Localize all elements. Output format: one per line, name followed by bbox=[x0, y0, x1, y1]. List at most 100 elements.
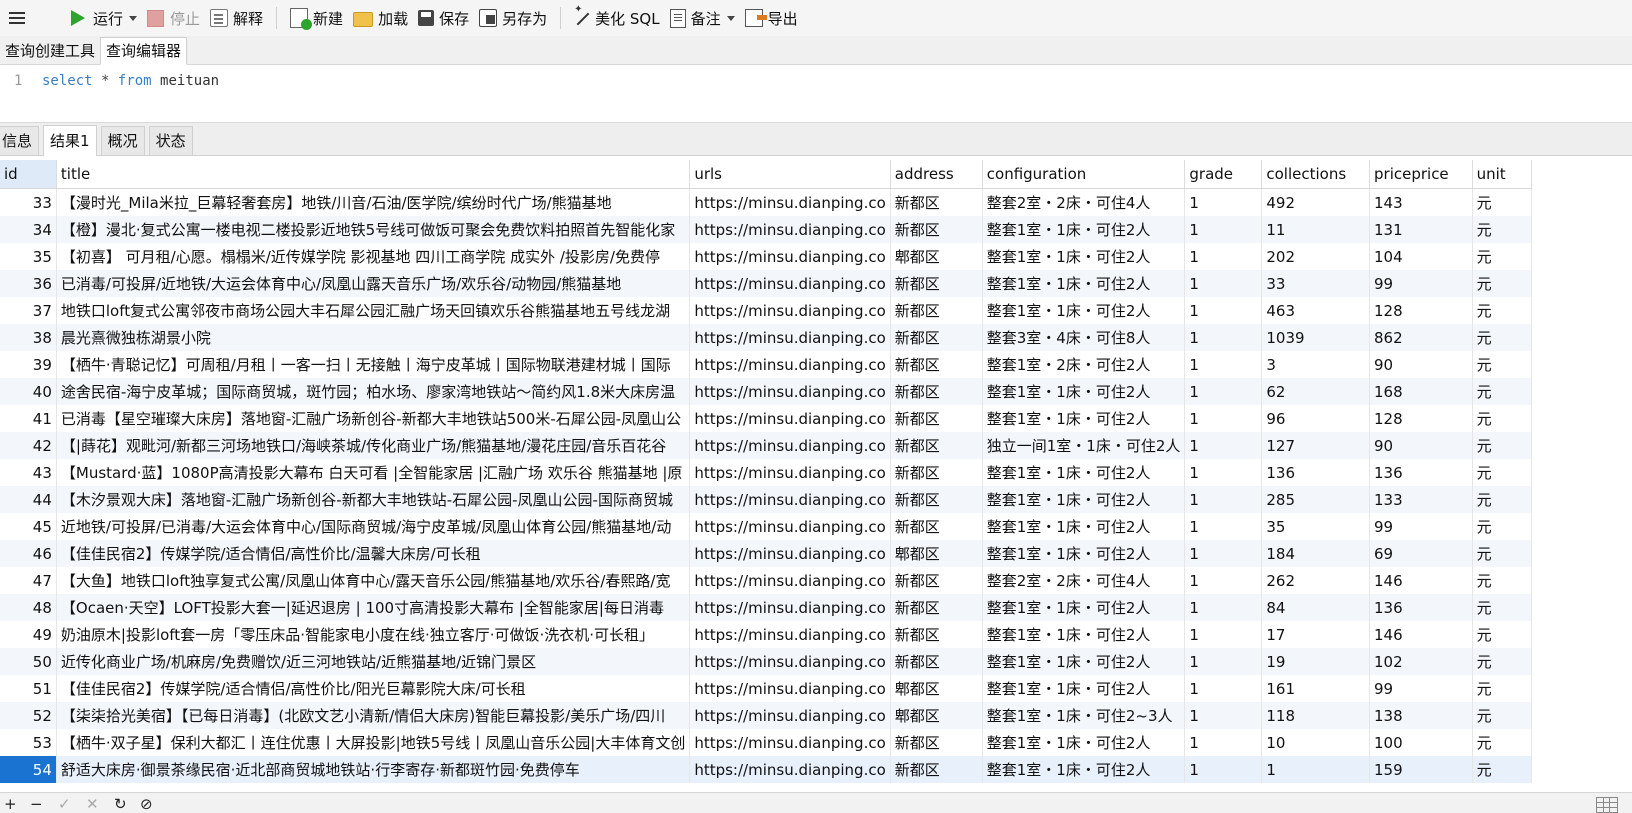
table-row[interactable]: 48 【Ocaen·天空】LOFT投影大套一|延迟退房 | 100寸高清投影大幕布… bbox=[0, 594, 1533, 621]
cell-address[interactable]: 新都区 bbox=[890, 405, 983, 432]
cell-grade[interactable]: 1 bbox=[1184, 405, 1263, 432]
column-header-grade[interactable]: grade bbox=[1184, 160, 1263, 189]
table-row[interactable]: 54 舒适大床房·御景茶缘民宿·近北部商贸城地铁站·行李寄存·新都斑竹园·免费停车… bbox=[0, 756, 1533, 783]
cell-urls[interactable]: https://minsu.dianping.co bbox=[689, 621, 891, 648]
cell-configuration[interactable]: 整套3室・4床・可住8人 bbox=[982, 324, 1186, 351]
cell-address[interactable]: 新都区 bbox=[890, 297, 983, 324]
cell-priceprice[interactable]: 104 bbox=[1369, 243, 1473, 270]
cell-address[interactable]: 新都区 bbox=[890, 756, 983, 783]
table-row[interactable]: 45 近地铁/可投屏/已消毒/大运会体育中心/国际商贸城/海宁皮革城/凤凰山体育公… bbox=[0, 513, 1533, 540]
cell-unit[interactable]: 元 bbox=[1472, 702, 1533, 729]
cell-unit[interactable]: 元 bbox=[1472, 486, 1533, 513]
cell-priceprice[interactable]: 136 bbox=[1369, 594, 1473, 621]
cell-urls[interactable]: https://minsu.dianping.co bbox=[689, 216, 891, 243]
cell-configuration[interactable]: 整套1室・1床・可住2人 bbox=[982, 513, 1186, 540]
cell-title[interactable]: 晨光熹微独栋湖景小院 bbox=[56, 324, 691, 351]
cell-id[interactable]: 35 bbox=[0, 243, 57, 270]
note-button[interactable]: 备注 bbox=[665, 4, 740, 32]
cell-unit[interactable]: 元 bbox=[1472, 188, 1533, 216]
cell-configuration[interactable]: 整套1室・1床・可住2人 bbox=[982, 405, 1186, 432]
cell-grade[interactable]: 1 bbox=[1184, 297, 1263, 324]
cell-title[interactable]: 途舍民宿-海宁皮革城；国际商贸城，斑竹园；柏水场、廖家湾地铁站～简约风1.8米大… bbox=[56, 378, 691, 405]
table-row[interactable]: 33 【漫时光_Mila米拉_巨幕轻奢套房】地铁/川音/石油/医学院/缤纷时代广场… bbox=[0, 188, 1533, 216]
cell-id[interactable]: 44 bbox=[0, 486, 57, 513]
cell-collections[interactable]: 1 bbox=[1261, 756, 1370, 783]
cell-configuration[interactable]: 整套1室・1床・可住2人 bbox=[982, 378, 1186, 405]
cell-collections[interactable]: 10 bbox=[1261, 729, 1370, 756]
cell-title[interactable]: 【Ocaen·天空】LOFT投影大套一|延迟退房 | 100寸高清投影大幕布 |… bbox=[56, 594, 691, 621]
cell-address[interactable]: 郫都区 bbox=[890, 702, 983, 729]
cell-urls[interactable]: https://minsu.dianping.co bbox=[689, 459, 891, 486]
cell-priceprice[interactable]: 133 bbox=[1369, 486, 1473, 513]
cell-address[interactable]: 郫都区 bbox=[890, 540, 983, 567]
cell-configuration[interactable]: 整套1室・1床・可住2人 bbox=[982, 216, 1186, 243]
table-row[interactable]: 37 地铁口loft复式公寓邻夜市商场公园大丰石犀公园汇融广场天回镇欢乐谷熊猫基地… bbox=[0, 297, 1533, 324]
table-row[interactable]: 43 【Mustard·蓝】1080P高清投影大幕布 白天可看 |全智能家居 |汇… bbox=[0, 459, 1533, 486]
cell-title[interactable]: 近地铁/可投屏/已消毒/大运会体育中心/国际商贸城/海宁皮革城/凤凰山体育公园/… bbox=[56, 513, 691, 540]
run-button[interactable]: 运行 bbox=[62, 4, 142, 32]
save-button[interactable]: 保存 bbox=[413, 4, 474, 32]
cell-id[interactable]: 40 bbox=[0, 378, 57, 405]
cell-title[interactable]: 【木汐景观大床】落地窗-汇融广场新创谷-新都大丰地铁站-石犀公园-凤凰山公园-国… bbox=[56, 486, 691, 513]
cell-priceprice[interactable]: 99 bbox=[1369, 675, 1473, 702]
save-as-button[interactable]: 另存为 bbox=[474, 4, 552, 32]
cell-urls[interactable]: https://minsu.dianping.co bbox=[689, 675, 891, 702]
cell-address[interactable]: 郫都区 bbox=[890, 675, 983, 702]
cell-priceprice[interactable]: 90 bbox=[1369, 351, 1473, 378]
cell-priceprice[interactable]: 159 bbox=[1369, 756, 1473, 783]
cell-collections[interactable]: 136 bbox=[1261, 459, 1370, 486]
column-header-unit[interactable]: unit bbox=[1472, 160, 1533, 189]
table-row[interactable]: 50 近传化商业广场/机麻房/免费赠饮/近三河地铁站/近熊猫基地/近锦门景区 htt… bbox=[0, 648, 1533, 675]
cell-unit[interactable]: 元 bbox=[1472, 621, 1533, 648]
table-row[interactable]: 40 途舍民宿-海宁皮革城；国际商贸城，斑竹园；柏水场、廖家湾地铁站～简约风1.8… bbox=[0, 378, 1533, 405]
cell-id[interactable]: 34 bbox=[0, 216, 57, 243]
cell-id[interactable]: 33 bbox=[0, 188, 57, 216]
cell-address[interactable]: 新都区 bbox=[890, 188, 983, 216]
cell-id[interactable]: 47 bbox=[0, 567, 57, 594]
cell-address[interactable]: 新都区 bbox=[890, 621, 983, 648]
hamburger-menu-icon[interactable] bbox=[0, 0, 34, 36]
load-button[interactable]: 加载 bbox=[348, 4, 413, 32]
table-row[interactable]: 41 已消毒【星空璀璨大床房】落地窗-汇融广场新创谷-新都大丰地铁站500米-石犀… bbox=[0, 405, 1533, 432]
cell-title[interactable]: 已消毒/可投屏/近地铁/大运会体育中心/凤凰山露天音乐广场/欢乐谷/动物园/熊猫… bbox=[56, 270, 691, 297]
run-dropdown-icon[interactable] bbox=[129, 15, 138, 21]
cell-title[interactable]: 【漫时光_Mila米拉_巨幕轻奢套房】地铁/川音/石油/医学院/缤纷时代广场/熊… bbox=[56, 188, 691, 216]
cell-urls[interactable]: https://minsu.dianping.co bbox=[689, 702, 891, 729]
cell-configuration[interactable]: 整套1室・1床・可住2人 bbox=[982, 675, 1186, 702]
table-row[interactable]: 34 【橙】漫北·复式公寓一楼电视二楼投影近地铁5号线可做饭可聚会免费饮料拍照首先… bbox=[0, 216, 1533, 243]
cell-address[interactable]: 新都区 bbox=[890, 486, 983, 513]
cell-priceprice[interactable]: 128 bbox=[1369, 297, 1473, 324]
cell-urls[interactable]: https://minsu.dianping.co bbox=[689, 324, 891, 351]
cell-configuration[interactable]: 整套2室・2床・可住4人 bbox=[982, 188, 1186, 216]
cell-grade[interactable]: 1 bbox=[1184, 621, 1263, 648]
cell-collections[interactable]: 33 bbox=[1261, 270, 1370, 297]
cell-grade[interactable]: 1 bbox=[1184, 378, 1263, 405]
cell-address[interactable]: 新都区 bbox=[890, 324, 983, 351]
cell-unit[interactable]: 元 bbox=[1472, 648, 1533, 675]
cell-id[interactable]: 52 bbox=[0, 702, 57, 729]
cell-unit[interactable]: 元 bbox=[1472, 675, 1533, 702]
export-button[interactable]: 导出 bbox=[740, 4, 803, 32]
cell-priceprice[interactable]: 102 bbox=[1369, 648, 1473, 675]
cell-configuration[interactable]: 整套1室・1床・可住2人 bbox=[982, 486, 1186, 513]
cell-grade[interactable]: 1 bbox=[1184, 756, 1263, 783]
cell-priceprice[interactable]: 862 bbox=[1369, 324, 1473, 351]
cell-id[interactable]: 53 bbox=[0, 729, 57, 756]
cell-grade[interactable]: 1 bbox=[1184, 675, 1263, 702]
cell-grade[interactable]: 1 bbox=[1184, 594, 1263, 621]
cell-unit[interactable]: 元 bbox=[1472, 216, 1533, 243]
cell-urls[interactable]: https://minsu.dianping.co bbox=[689, 648, 891, 675]
cell-configuration[interactable]: 整套1室・1床・可住2人 bbox=[982, 297, 1186, 324]
column-header-id[interactable]: id bbox=[0, 160, 57, 189]
cell-id[interactable]: 50 bbox=[0, 648, 57, 675]
cell-address[interactable]: 新都区 bbox=[890, 567, 983, 594]
cell-title[interactable]: 地铁口loft复式公寓邻夜市商场公园大丰石犀公园汇融广场天回镇欢乐谷熊猫基地五号… bbox=[56, 297, 691, 324]
cell-address[interactable]: 新都区 bbox=[890, 459, 983, 486]
table-row[interactable]: 46 【佳佳民宿2】传媒学院/适合情侣/高性价比/温馨大床房/可长租 https:/… bbox=[0, 540, 1533, 567]
cell-address[interactable]: 郫都区 bbox=[890, 243, 983, 270]
cell-id[interactable]: 43 bbox=[0, 459, 57, 486]
cell-title[interactable]: 【柒柒拾光美宿】【已每日消毒】(北欧文艺小清新/情侣大床房)智能巨幕投影/美乐广… bbox=[56, 702, 691, 729]
cell-collections[interactable]: 492 bbox=[1261, 188, 1370, 216]
cell-collections[interactable]: 202 bbox=[1261, 243, 1370, 270]
cell-address[interactable]: 新都区 bbox=[890, 270, 983, 297]
